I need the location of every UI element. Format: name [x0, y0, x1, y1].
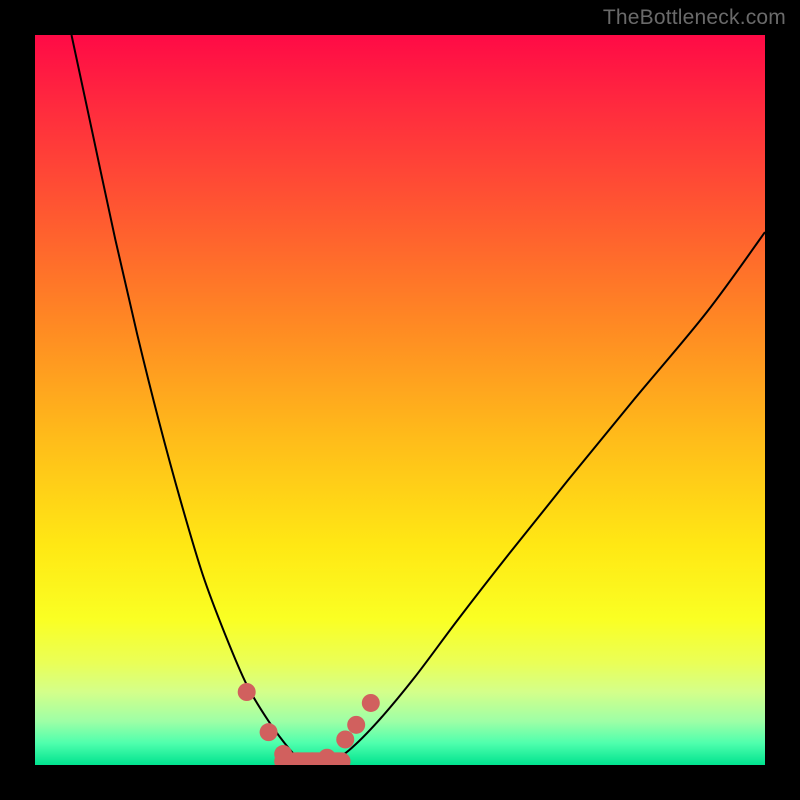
plot-area [35, 35, 765, 765]
data-marker [238, 683, 256, 701]
curves-layer [35, 35, 765, 765]
data-marker [362, 694, 380, 712]
data-marker [318, 749, 336, 765]
chart-frame: TheBottleneck.com [0, 0, 800, 800]
watermark-text: TheBottleneck.com [603, 6, 786, 30]
data-marker [347, 716, 365, 734]
data-marker [336, 730, 354, 748]
curve-left-curve [72, 35, 306, 765]
data-marker [260, 723, 278, 741]
curve-right-curve [327, 232, 765, 765]
